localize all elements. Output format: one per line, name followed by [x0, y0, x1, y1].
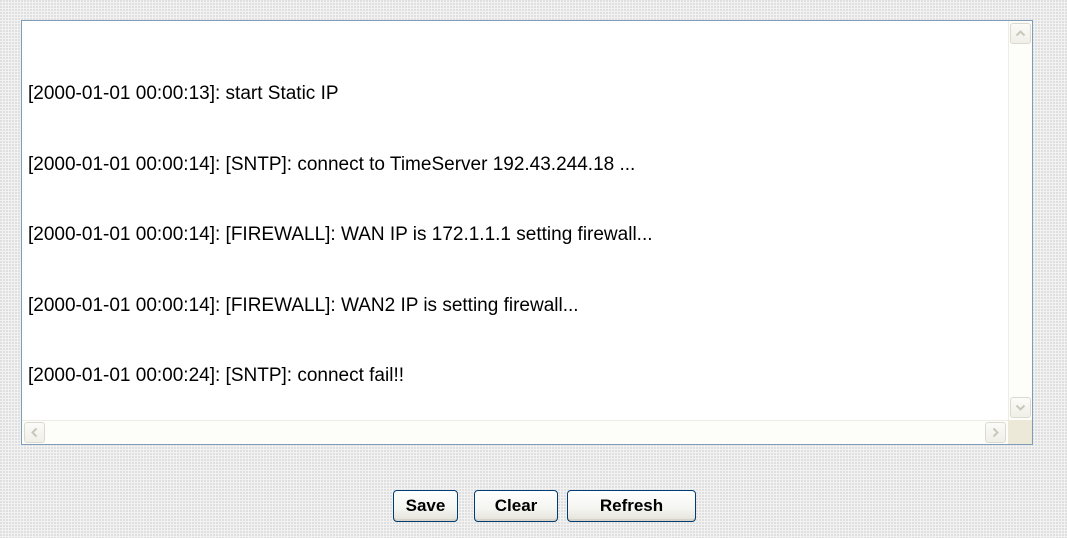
scroll-up-button[interactable]	[1010, 23, 1031, 44]
log-line: [2000-01-01 00:00:24]: [SNTP]: connect f…	[28, 365, 405, 386]
horizontal-scrollbar[interactable]	[22, 420, 1008, 444]
action-buttons: Save Clear Refresh	[0, 490, 1067, 522]
arrow-down-icon	[1015, 404, 1026, 411]
system-log-textarea[interactable]: [2000-01-01 00:00:13]: start Static IP […	[21, 20, 1033, 445]
log-line: [2000-01-01 00:00:14]: [FIREWALL]: WAN2 …	[28, 294, 579, 316]
log-content: [2000-01-01 00:00:13]: start Static IP […	[28, 35, 1006, 418]
arrow-up-icon	[1015, 30, 1026, 37]
scrollbar-corner	[1008, 420, 1032, 444]
refresh-button[interactable]: Refresh	[567, 490, 696, 522]
save-button[interactable]: Save	[393, 490, 458, 522]
scroll-down-button[interactable]	[1010, 397, 1031, 418]
vertical-scrollbar[interactable]	[1008, 21, 1032, 420]
log-line: [2000-01-01 00:00:14]: [SNTP]: connect t…	[28, 153, 636, 175]
scroll-right-button[interactable]	[985, 422, 1006, 443]
clear-button[interactable]: Clear	[474, 490, 558, 522]
arrow-right-icon	[992, 427, 999, 438]
scroll-left-button[interactable]	[24, 422, 45, 443]
log-line: [2000-01-01 00:00:14]: [FIREWALL]: WAN I…	[28, 224, 653, 245]
arrow-left-icon	[31, 427, 38, 438]
log-line: [2000-01-01 00:00:13]: start Static IP	[28, 83, 339, 104]
